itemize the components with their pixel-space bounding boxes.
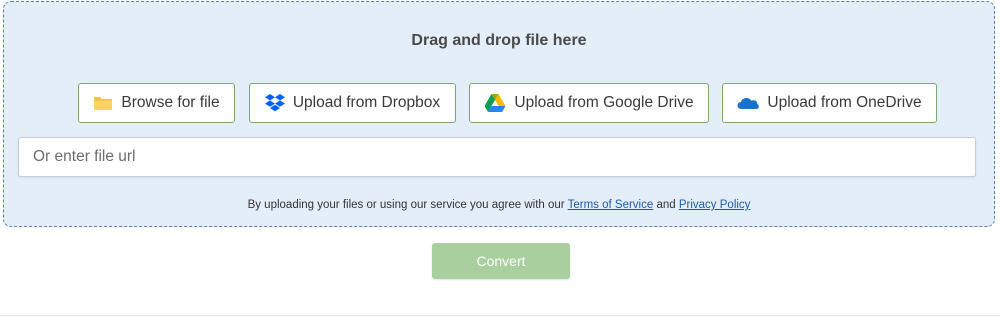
terms-middle: and bbox=[656, 199, 676, 211]
dropzone-title: Drag and drop file here bbox=[411, 32, 587, 49]
upload-from-dropbox-button[interactable]: Upload from Dropbox bbox=[249, 83, 456, 123]
dropbox-icon bbox=[264, 94, 285, 112]
upload-page: Drag and drop file here Browse for file bbox=[0, 0, 1000, 324]
upload-from-onedrive-button[interactable]: Upload from OneDrive bbox=[722, 83, 937, 123]
upload-from-google-drive-button[interactable]: Upload from Google Drive bbox=[469, 83, 709, 123]
file-url-input[interactable] bbox=[18, 137, 976, 177]
upload-from-onedrive-label: Upload from OneDrive bbox=[767, 94, 922, 111]
google-drive-icon bbox=[484, 93, 506, 113]
browse-for-file-button[interactable]: Browse for file bbox=[78, 83, 235, 123]
privacy-policy-link[interactable]: Privacy Policy bbox=[679, 199, 751, 211]
file-dropzone[interactable]: Drag and drop file here Browse for file bbox=[3, 1, 995, 227]
divider bbox=[0, 315, 1000, 316]
upload-from-google-drive-label: Upload from Google Drive bbox=[514, 94, 694, 111]
terms-notice: By uploading your files or using our ser… bbox=[4, 199, 994, 211]
terms-prefix: By uploading your files or using our ser… bbox=[247, 199, 565, 211]
browse-for-file-label: Browse for file bbox=[121, 94, 220, 111]
folder-icon bbox=[93, 95, 113, 111]
convert-button[interactable]: Convert bbox=[432, 243, 570, 279]
terms-of-service-link[interactable]: Terms of Service bbox=[568, 199, 654, 211]
onedrive-icon bbox=[737, 96, 760, 110]
upload-from-dropbox-label: Upload from Dropbox bbox=[292, 94, 441, 111]
upload-source-buttons: Browse for file Upload from Dropbox Uplo… bbox=[4, 83, 994, 123]
